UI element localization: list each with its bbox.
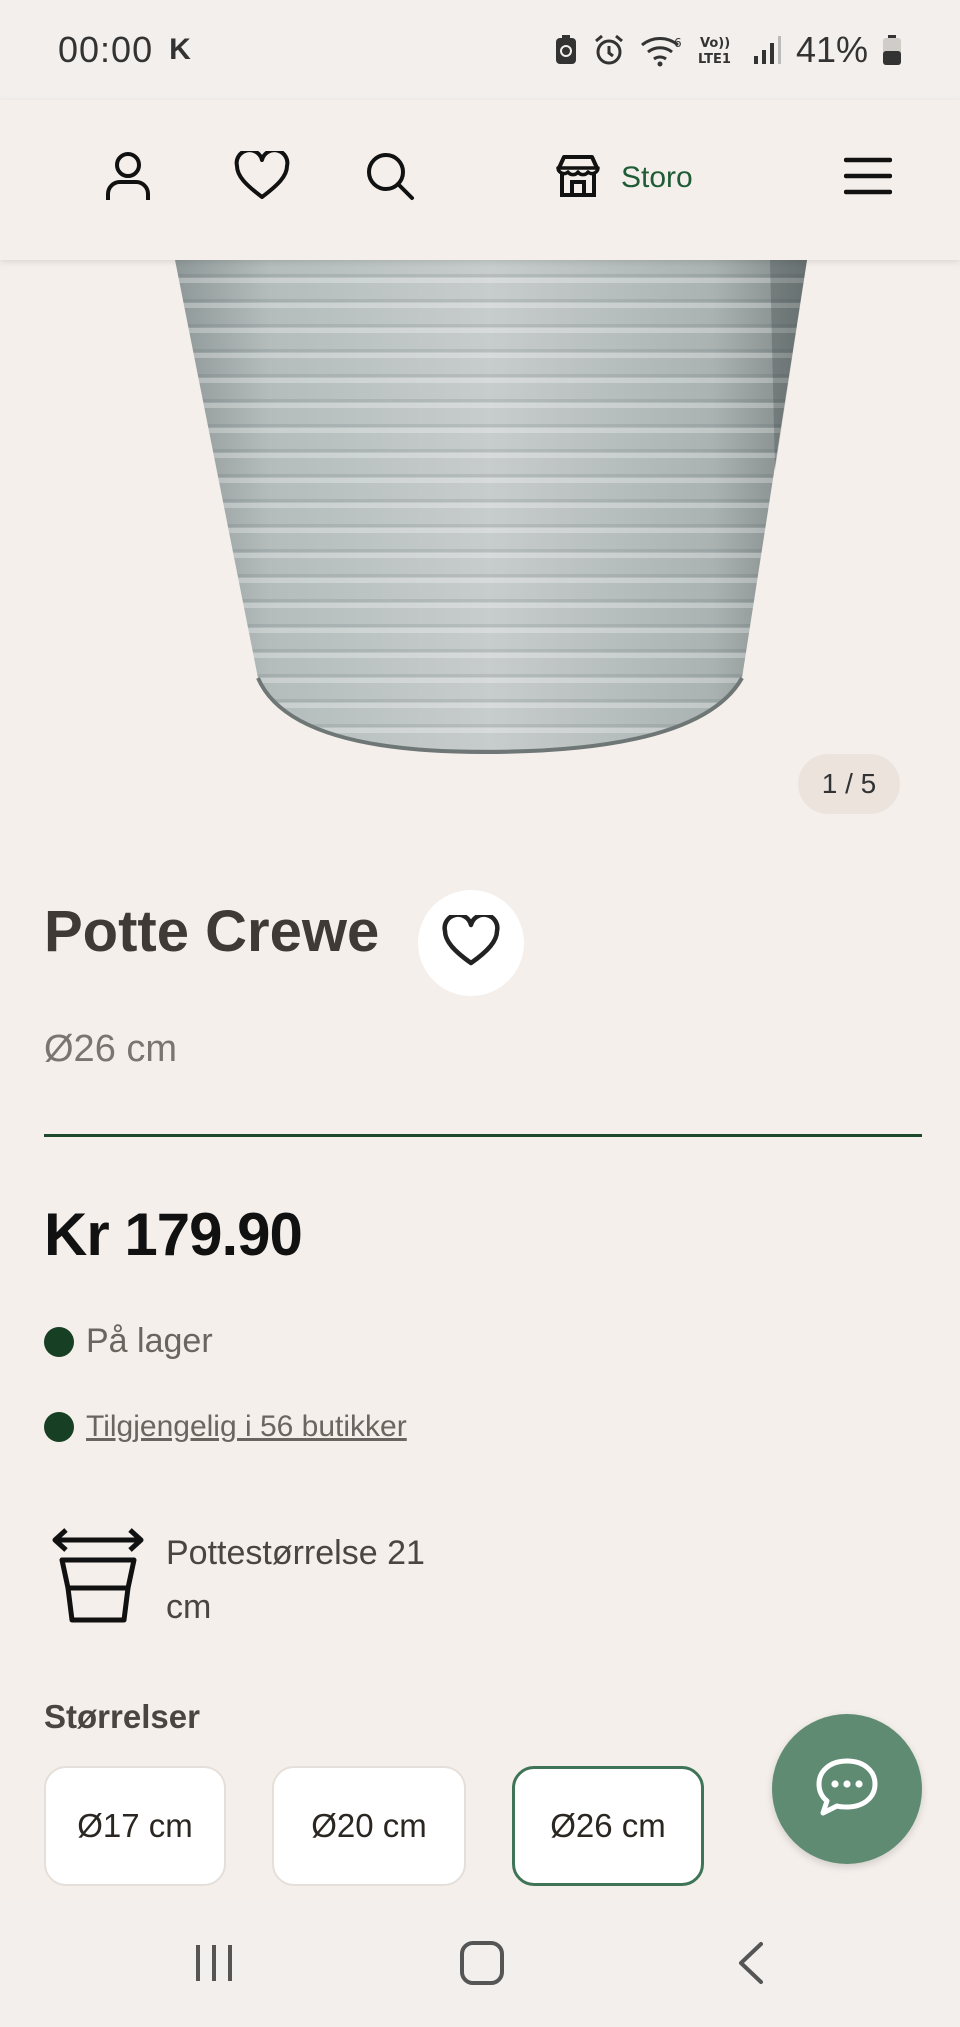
size-option-26[interactable]: Ø26 cm xyxy=(512,1766,704,1886)
search-button[interactable] xyxy=(350,138,430,218)
sizes-label: Størrelser xyxy=(44,1698,200,1735)
pot-size-info: Pottestørrelse 21 cm xyxy=(52,1526,466,1634)
size-option-20[interactable]: Ø20 cm xyxy=(272,1766,466,1886)
recent-apps-button[interactable] xyxy=(174,1930,254,2000)
recent-apps-icon xyxy=(192,1941,236,1990)
product-image xyxy=(175,260,807,755)
wifi-icon: 6 xyxy=(640,33,684,67)
product-price: Kr 179.90 xyxy=(44,1201,303,1268)
system-navigation-bar xyxy=(0,1900,960,2027)
status-bar: 00:00 K 6 Vo)) LTE1 41% xyxy=(0,0,960,100)
svg-text:LTE1: LTE1 xyxy=(698,52,731,67)
availability-dot xyxy=(44,1412,74,1442)
status-time: 00:00 xyxy=(58,29,154,70)
heart-icon xyxy=(234,147,290,206)
status-icons: 6 Vo)) LTE1 41% xyxy=(554,29,902,71)
search-icon xyxy=(365,151,415,206)
carrier-indicator: K xyxy=(169,33,191,66)
back-icon xyxy=(735,1941,765,1990)
store-availability: Tilgjengelig i 56 butikker xyxy=(44,1410,407,1444)
account-button[interactable] xyxy=(88,138,168,218)
volte-icon: Vo)) LTE1 xyxy=(698,33,738,67)
pot-size-text: Pottestørrelse 21 cm xyxy=(166,1534,425,1626)
pot-size-icon xyxy=(52,1526,144,1631)
stock-status-dot xyxy=(44,1326,74,1357)
home-icon xyxy=(459,1940,505,1991)
user-icon xyxy=(104,150,152,207)
favorites-button[interactable] xyxy=(222,138,302,218)
store-label: Storo xyxy=(621,161,693,194)
heart-icon xyxy=(442,911,500,972)
battery-saver-icon xyxy=(554,34,578,66)
stock-status: På lager xyxy=(44,1322,213,1361)
add-to-favorites-button[interactable] xyxy=(418,890,524,996)
store-availability-link[interactable]: Tilgjengelig i 56 butikker xyxy=(86,1410,407,1444)
chat-button[interactable] xyxy=(772,1714,922,1864)
alarm-icon xyxy=(592,33,626,67)
svg-text:Vo)): Vo)) xyxy=(700,36,730,51)
gallery-counter: 1 / 5 xyxy=(798,754,900,814)
product-title: Potte Crewe xyxy=(44,899,380,964)
store-selector-button[interactable]: Storo xyxy=(555,138,693,218)
battery-icon xyxy=(882,34,902,66)
product-subtitle: Ø26 cm xyxy=(44,1028,178,1070)
menu-button[interactable] xyxy=(828,138,908,218)
divider xyxy=(44,1134,922,1137)
battery-percent: 41% xyxy=(795,29,868,70)
signal-icon xyxy=(752,34,782,66)
site-header: Storo xyxy=(0,100,960,260)
chat-icon xyxy=(815,1757,879,1822)
store-icon xyxy=(555,154,601,203)
home-button[interactable] xyxy=(442,1930,522,2000)
svg-text:6: 6 xyxy=(674,36,682,50)
menu-icon xyxy=(843,156,893,201)
back-button[interactable] xyxy=(710,1930,790,2000)
stock-status-text: På lager xyxy=(86,1322,213,1360)
size-option-17[interactable]: Ø17 cm xyxy=(44,1766,226,1886)
product-image-gallery[interactable] xyxy=(0,260,960,820)
